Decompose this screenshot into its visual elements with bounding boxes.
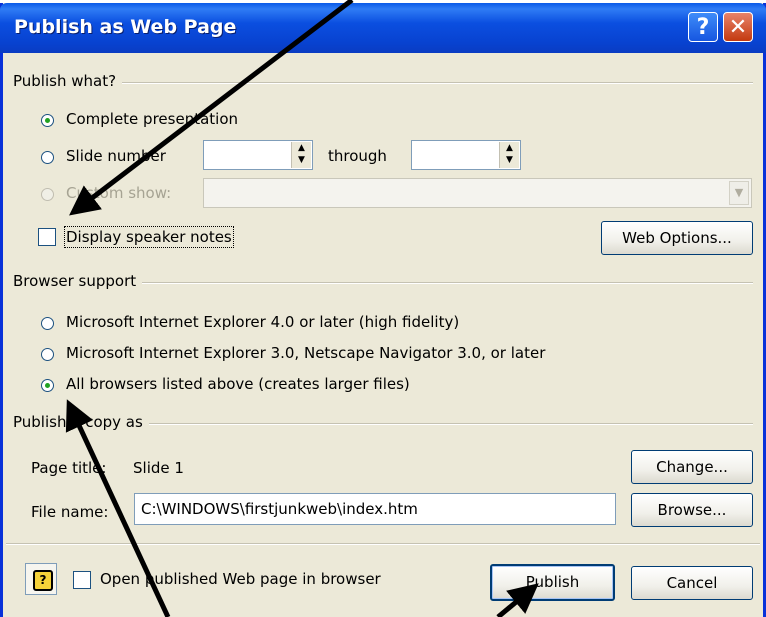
arrow-to-speaker-notes [69, 0, 354, 216]
annotation-arrows [65, 0, 539, 617]
arrow-to-all-browsers [65, 399, 171, 617]
arrow-to-publish-button [496, 583, 539, 617]
